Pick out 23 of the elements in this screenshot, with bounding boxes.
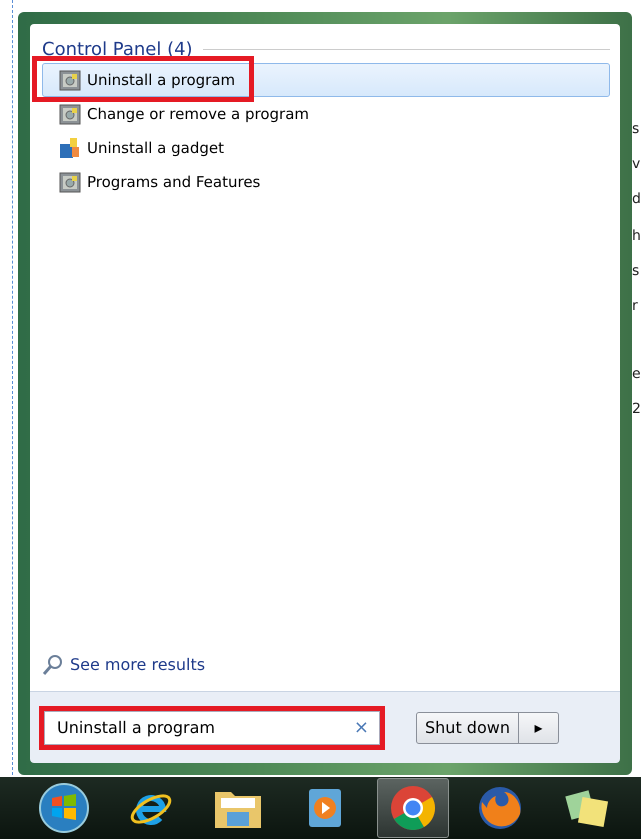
text-fragment: e — [632, 367, 641, 381]
text-fragment: h — [632, 229, 641, 243]
text-fragment: v — [632, 157, 640, 171]
text-fragment: s — [632, 122, 640, 136]
text-fragment: r — [632, 299, 638, 313]
clear-button[interactable]: × — [354, 714, 369, 741]
search-icon — [42, 654, 64, 676]
gadget-icon — [59, 137, 81, 159]
control-panel-icon — [59, 69, 81, 91]
control-panel-icon — [59, 103, 81, 125]
chrome-icon[interactable] — [376, 778, 449, 838]
group-heading: Control Panel (4) — [42, 38, 193, 62]
text-fragment: 2 — [632, 402, 641, 416]
search-result[interactable]: Change or remove a program — [42, 97, 610, 131]
text-fragment: s — [632, 264, 640, 278]
text-fragment: d — [632, 192, 641, 206]
search-result[interactable]: Uninstall a gadget — [42, 131, 610, 165]
see-more-link[interactable]: See more results — [70, 653, 206, 677]
search-result[interactable]: Uninstall a program — [42, 63, 610, 97]
shutdown-options-button[interactable]: ▸ — [518, 712, 559, 744]
control-panel-icon — [59, 171, 81, 193]
search-result[interactable]: Programs and Features — [42, 165, 610, 199]
shutdown-button[interactable]: Shut down — [416, 712, 519, 744]
